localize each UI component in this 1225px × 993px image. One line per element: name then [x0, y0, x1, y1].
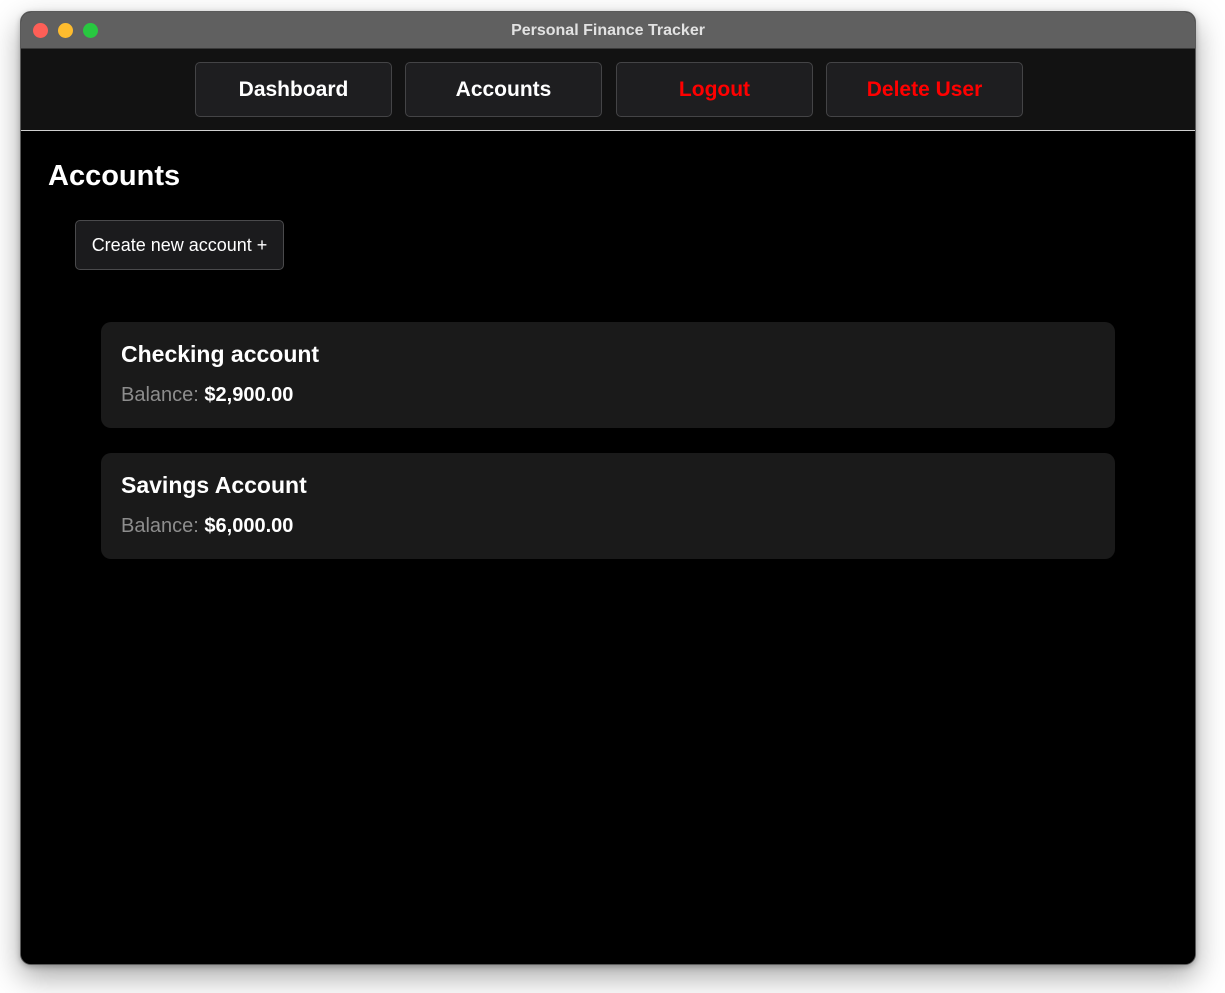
window-title: Personal Finance Tracker [511, 22, 705, 39]
dashboard-button[interactable]: Dashboard [195, 62, 392, 117]
account-balance: Balance: $6,000.00 [121, 514, 293, 538]
account-name: Savings Account [121, 472, 307, 498]
accounts-button[interactable]: Accounts [405, 62, 602, 117]
account-balance: Balance: $2,900.00 [121, 383, 293, 407]
account-name: Checking account [121, 341, 320, 367]
balance-label: Balance: [121, 515, 199, 537]
app-window: Personal Finance Tracker Dashboard Accou… [20, 11, 1196, 965]
balance-value: $6,000.00 [204, 515, 294, 537]
title-bar[interactable]: Personal Finance Tracker [21, 12, 1195, 49]
page-title: Accounts [48, 160, 181, 192]
main-content: Accounts Create new account + Checking a… [21, 132, 1195, 964]
create-account-button[interactable]: Create new account + [75, 220, 284, 270]
logout-button[interactable]: Logout [616, 62, 813, 117]
delete-user-button[interactable]: Delete User [826, 62, 1023, 117]
balance-value: $2,900.00 [204, 384, 294, 406]
account-card-savings[interactable]: Savings Account Balance: $6,000.00 [101, 453, 1115, 559]
top-nav-bar: Dashboard Accounts Logout Delete User [21, 49, 1195, 131]
account-card-checking[interactable]: Checking account Balance: $2,900.00 [101, 322, 1115, 428]
balance-label: Balance: [121, 384, 199, 406]
